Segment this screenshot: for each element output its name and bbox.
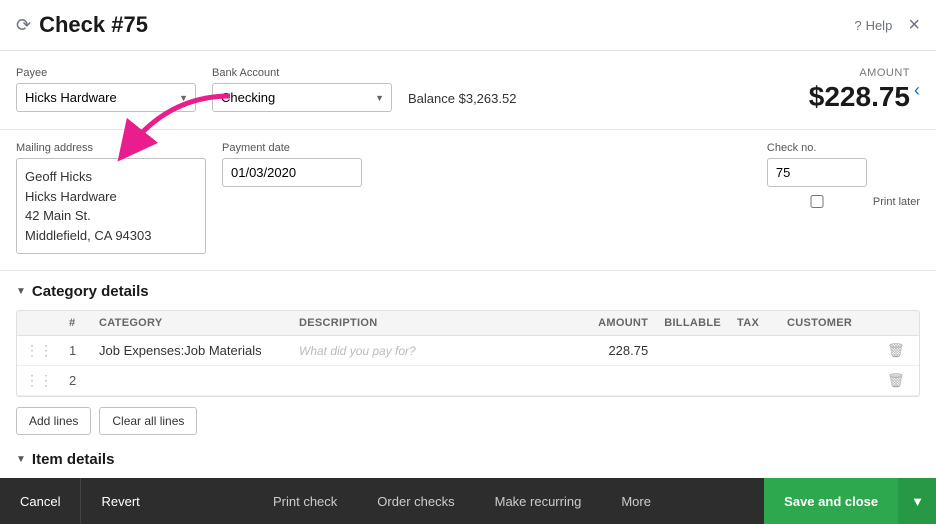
check-no-input[interactable] (767, 158, 867, 187)
col-tax-header: TAX (729, 311, 779, 336)
bank-account-select-wrapper: Checking (212, 83, 392, 112)
add-lines-button[interactable]: Add lines (16, 407, 91, 435)
print-check-button[interactable]: Print check (273, 494, 337, 509)
col-customer-header: CUSTOMER (779, 311, 879, 336)
cancel-button[interactable]: Cancel (0, 478, 81, 524)
balance-display: Balance $3,263.52 (408, 91, 516, 106)
col-category-header: CATEGORY (91, 311, 291, 336)
save-close-chevron-icon[interactable]: ▼ (898, 478, 936, 524)
save-and-close-button[interactable]: Save and close (764, 478, 898, 524)
help-button[interactable]: ? Help (854, 18, 892, 33)
close-button[interactable]: × (908, 14, 920, 37)
drag-handle-2[interactable]: ⋮⋮ (17, 366, 61, 396)
row-description-1[interactable]: What did you pay for? (291, 336, 566, 366)
amount-chevron-icon[interactable]: ‹ (914, 80, 920, 101)
row-billable-2[interactable] (656, 366, 729, 396)
bank-account-label: Bank Account (212, 67, 392, 79)
col-billable-header: BILLABLE (656, 311, 729, 336)
footer: Cancel Revert Print check Order checks M… (0, 478, 936, 524)
payee-label: Payee (16, 67, 196, 79)
check-no-group: Check no. Print later (767, 142, 920, 254)
row-delete-2[interactable]: 🗑 (879, 366, 919, 396)
category-details-section: ▼ Category details # CATEGORY DESCRIPTIO… (0, 271, 936, 447)
amount-section: AMOUNT $228.75 ‹ (809, 67, 920, 113)
col-drag (17, 311, 61, 336)
payment-date-group: Payment date (222, 142, 362, 254)
payment-date-label: Payment date (222, 142, 362, 154)
row-delete-1[interactable]: 🗑 (879, 336, 919, 366)
col-description-header: DESCRIPTION (291, 311, 566, 336)
mailing-address-group: Mailing address Geoff Hicks Hicks Hardwa… (16, 142, 206, 254)
col-num-header: # (61, 311, 91, 336)
category-table-content: # CATEGORY DESCRIPTION AMOUNT BILLABLE T… (17, 311, 919, 396)
item-details-header[interactable]: ▼ Item details (16, 451, 920, 468)
bank-account-group: Bank Account Checking (212, 67, 392, 112)
page-header: ⟳ Check #75 ? Help × (0, 0, 936, 51)
item-details-section: ▼ Item details (0, 447, 936, 478)
payee-bank-section: Payee Hicks Hardware Bank Account Checki… (0, 51, 936, 130)
address-date-section: Mailing address Geoff Hicks Hicks Hardwa… (0, 130, 936, 271)
help-circle-icon: ? (854, 18, 861, 33)
print-later-checkbox[interactable] (767, 195, 867, 208)
table-header-row: # CATEGORY DESCRIPTION AMOUNT BILLABLE T… (17, 311, 919, 336)
more-button[interactable]: More (621, 494, 651, 509)
revert-button[interactable]: Revert (81, 478, 159, 524)
header-actions: ? Help × (854, 14, 920, 37)
page-title: Check #75 (39, 12, 854, 38)
category-table: # CATEGORY DESCRIPTION AMOUNT BILLABLE T… (16, 310, 920, 397)
row-tax-2[interactable] (729, 366, 779, 396)
make-recurring-button[interactable]: Make recurring (495, 494, 582, 509)
row-category-1[interactable]: Job Expenses:Job Materials (91, 336, 291, 366)
row-billable-1[interactable] (656, 336, 729, 366)
footer-right: Save and close ▼ (764, 478, 936, 524)
row-description-2[interactable] (291, 366, 566, 396)
clear-all-lines-button[interactable]: Clear all lines (99, 407, 197, 435)
row-amount-1[interactable]: 228.75 (566, 336, 656, 366)
row-num-1: 1 (61, 336, 91, 366)
row-tax-1[interactable] (729, 336, 779, 366)
row-customer-2[interactable] (779, 366, 879, 396)
footer-center: Print check Order checks Make recurring … (160, 494, 764, 509)
payee-select[interactable]: Hicks Hardware (16, 83, 196, 112)
payee-select-wrapper: Hicks Hardware (16, 83, 196, 112)
mailing-address-label: Mailing address (16, 142, 206, 154)
mailing-address-display: Geoff Hicks Hicks Hardware 42 Main St. M… (16, 158, 206, 254)
payment-date-input[interactable] (222, 158, 362, 187)
amount-label: AMOUNT (809, 67, 910, 79)
row-category-2[interactable] (91, 366, 291, 396)
table-row: ⋮⋮ 2 🗑 (17, 366, 919, 396)
col-delete-header (879, 311, 919, 336)
row-amount-2[interactable] (566, 366, 656, 396)
row-num-2: 2 (61, 366, 91, 396)
order-checks-button[interactable]: Order checks (377, 494, 454, 509)
col-amount-header: AMOUNT (566, 311, 656, 336)
table-actions: Add lines Clear all lines (16, 407, 920, 435)
collapse-triangle-icon: ▼ (16, 286, 26, 297)
drag-handle-1[interactable]: ⋮⋮ (17, 336, 61, 366)
row-customer-1[interactable] (779, 336, 879, 366)
amount-value: $228.75 (809, 81, 910, 113)
category-details-header[interactable]: ▼ Category details (16, 283, 920, 300)
check-icon: ⟳ (16, 15, 31, 36)
footer-left: Cancel Revert (0, 478, 160, 524)
bank-account-select[interactable]: Checking (212, 83, 392, 112)
table-row: ⋮⋮ 1 Job Expenses:Job Materials What did… (17, 336, 919, 366)
payee-group: Payee Hicks Hardware (16, 67, 196, 112)
item-collapse-triangle-icon: ▼ (16, 454, 26, 465)
print-later-label[interactable]: Print later (767, 195, 920, 208)
check-no-label: Check no. (767, 142, 920, 154)
